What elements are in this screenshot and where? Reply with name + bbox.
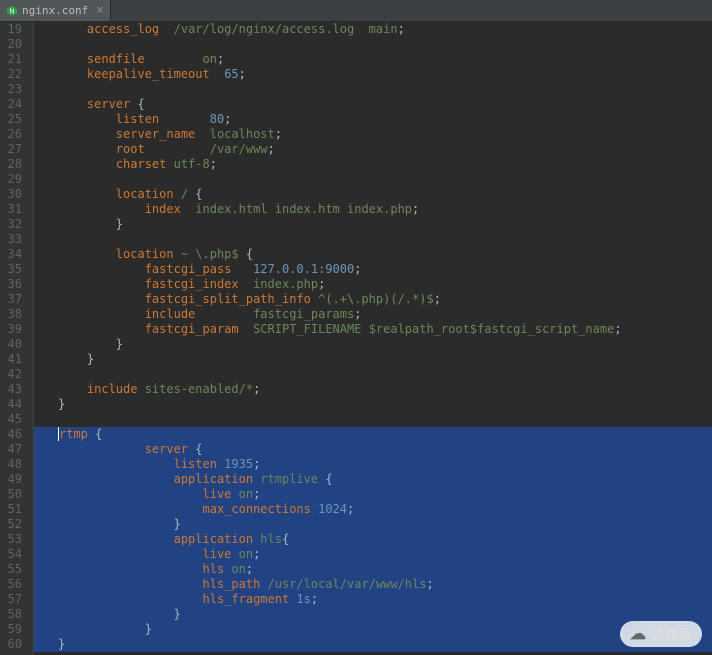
code-line[interactable]: location / {	[56, 187, 712, 202]
line-number: 34	[4, 247, 22, 262]
line-number: 24	[4, 97, 22, 112]
close-icon[interactable]: ×	[96, 4, 104, 17]
line-number: 32	[4, 217, 22, 232]
code-line[interactable]: keepalive_timeout 65;	[56, 67, 712, 82]
line-number: 31	[4, 202, 22, 217]
code-line[interactable]: }	[56, 517, 712, 532]
code-line[interactable]: fastcgi_param SCRIPT_FILENAME $realpath_…	[56, 322, 712, 337]
line-number: 46	[4, 427, 22, 442]
code-line[interactable]: application rtmplive {	[56, 472, 712, 487]
line-number: 58	[4, 607, 22, 622]
nginx-file-icon: N	[6, 5, 18, 17]
line-number: 41	[4, 352, 22, 367]
code-line[interactable]: root /var/www;	[56, 142, 712, 157]
gutter: 1920212223242526272829303132333435363738…	[0, 22, 28, 655]
line-number: 21	[4, 52, 22, 67]
code-line[interactable]: application hls{	[56, 532, 712, 547]
line-number: 40	[4, 337, 22, 352]
line-number: 33	[4, 232, 22, 247]
line-number: 53	[4, 532, 22, 547]
code-line[interactable]: }	[56, 397, 712, 412]
line-number: 51	[4, 502, 22, 517]
code-line[interactable]	[56, 37, 712, 52]
line-number: 37	[4, 292, 22, 307]
line-number: 54	[4, 547, 22, 562]
editor: 1920212223242526272829303132333435363738…	[0, 22, 712, 655]
code-line[interactable]: }	[56, 637, 712, 652]
line-number: 26	[4, 127, 22, 142]
code-area[interactable]: access_log /var/log/nginx/access.log mai…	[56, 22, 712, 655]
code-line[interactable]: fastcgi_split_path_info ^(.+\.php)(/.*)$…	[56, 292, 712, 307]
code-line[interactable]: server_name localhost;	[56, 127, 712, 142]
line-number: 35	[4, 262, 22, 277]
line-number: 50	[4, 487, 22, 502]
code-line[interactable]: server {	[56, 442, 712, 457]
code-line[interactable]: server {	[56, 97, 712, 112]
code-line[interactable]: live on;	[56, 487, 712, 502]
code-line[interactable]	[56, 367, 712, 382]
code-line[interactable]: include fastcgi_params;	[56, 307, 712, 322]
code-line[interactable]: sendfile on;	[56, 52, 712, 67]
code-line[interactable]: }	[56, 607, 712, 622]
line-number: 20	[4, 37, 22, 52]
code-line[interactable]: fastcgi_pass 127.0.0.1:9000;	[56, 262, 712, 277]
tab-bar: N nginx.conf ×	[0, 0, 712, 22]
line-number: 45	[4, 412, 22, 427]
line-number: 19	[4, 22, 22, 37]
tab-label: nginx.conf	[22, 4, 88, 17]
line-number: 42	[4, 367, 22, 382]
code-line[interactable]: max_connections 1024;	[56, 502, 712, 517]
tab-nginx-conf[interactable]: N nginx.conf ×	[0, 0, 111, 21]
code-line[interactable]: listen 80;	[56, 112, 712, 127]
line-number: 27	[4, 142, 22, 157]
line-number: 59	[4, 622, 22, 637]
line-number: 30	[4, 187, 22, 202]
code-line[interactable]: hls_path /usr/local/var/www/hls;	[56, 577, 712, 592]
code-line[interactable]: }	[56, 217, 712, 232]
code-line[interactable]: include sites-enabled/*;	[56, 382, 712, 397]
line-number: 36	[4, 277, 22, 292]
line-number: 60	[4, 637, 22, 652]
line-number: 39	[4, 322, 22, 337]
code-line[interactable]	[56, 82, 712, 97]
line-number: 23	[4, 82, 22, 97]
code-line[interactable]: location ~ \.php$ {	[56, 247, 712, 262]
code-line[interactable]: rtmp {	[56, 427, 712, 442]
watermark-badge: ☁ 亿速云	[620, 621, 702, 647]
line-number: 57	[4, 592, 22, 607]
code-line[interactable]: charset utf-8;	[56, 157, 712, 172]
code-line[interactable]: hls_fragment 1s;	[56, 592, 712, 607]
code-line[interactable]	[56, 232, 712, 247]
code-line[interactable]: }	[56, 352, 712, 367]
code-line[interactable]: }	[56, 622, 712, 637]
line-number: 49	[4, 472, 22, 487]
line-number: 47	[4, 442, 22, 457]
fold-column	[34, 22, 56, 655]
code-line[interactable]	[56, 412, 712, 427]
code-line[interactable]: access_log /var/log/nginx/access.log mai…	[56, 22, 712, 37]
line-number: 38	[4, 307, 22, 322]
line-number: 28	[4, 157, 22, 172]
code-line[interactable]: }	[56, 337, 712, 352]
line-number: 22	[4, 67, 22, 82]
line-number: 56	[4, 577, 22, 592]
line-number: 29	[4, 172, 22, 187]
line-number: 48	[4, 457, 22, 472]
code-line[interactable]: hls on;	[56, 562, 712, 577]
line-number: 44	[4, 397, 22, 412]
svg-text:N: N	[9, 8, 14, 15]
line-number: 43	[4, 382, 22, 397]
line-number: 25	[4, 112, 22, 127]
line-number: 55	[4, 562, 22, 577]
code-line[interactable]	[56, 172, 712, 187]
code-line[interactable]: live on;	[56, 547, 712, 562]
watermark-text: 亿速云	[650, 624, 692, 644]
code-line[interactable]: listen 1935;	[56, 457, 712, 472]
code-line[interactable]: fastcgi_index index.php;	[56, 277, 712, 292]
code-line[interactable]: index index.html index.htm index.php;	[56, 202, 712, 217]
line-number: 52	[4, 517, 22, 532]
cloud-icon: ☁	[630, 624, 646, 644]
